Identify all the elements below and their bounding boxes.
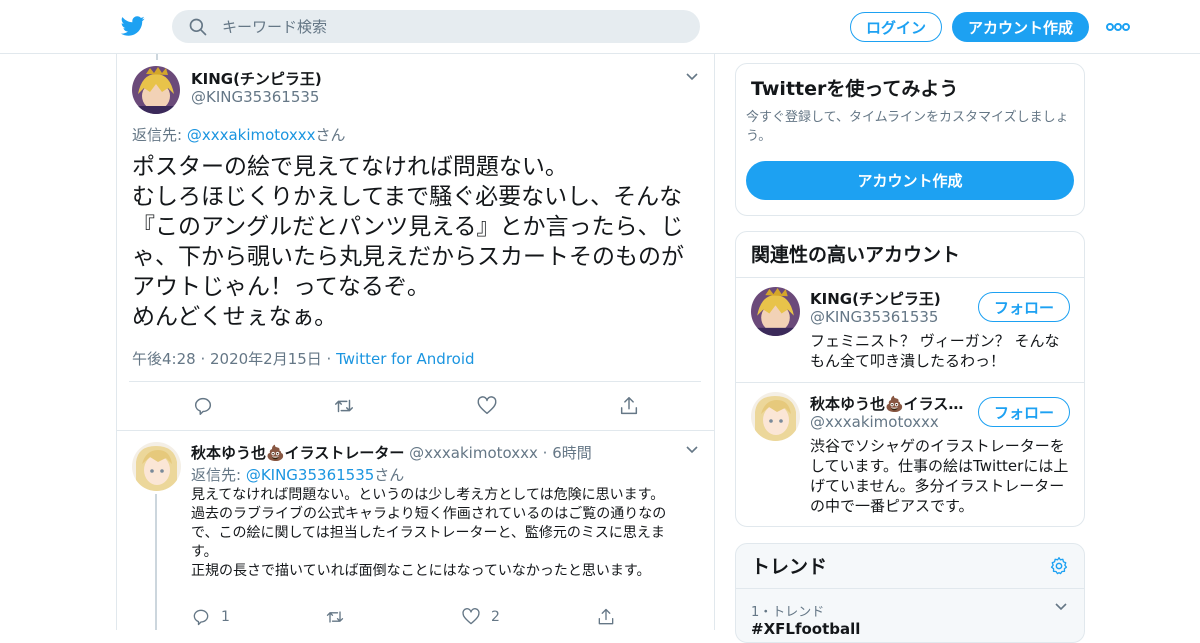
author-handle[interactable]: @KING35361535 bbox=[191, 88, 319, 106]
avatar-image bbox=[132, 442, 181, 491]
retweet-action[interactable] bbox=[325, 607, 355, 627]
follow-button[interactable]: フォロー bbox=[978, 292, 1070, 322]
divider bbox=[129, 381, 701, 382]
reply-to-link[interactable]: @xxxakimotoxxx bbox=[187, 126, 316, 144]
reply-context: 返信先: @KING35361535さん bbox=[191, 464, 404, 485]
reply-prefix: 返信先: bbox=[191, 466, 246, 484]
top-navigation-bar: ログイン アカウント作成 bbox=[0, 0, 1200, 54]
account-handle[interactable]: @xxxakimotoxxx bbox=[810, 413, 939, 431]
reply-actions: 1 2 bbox=[191, 607, 661, 629]
trend-rank: 1・トレンド bbox=[751, 605, 825, 620]
tweet-timestamp[interactable]: 午後4:28 · 2020年2月15日 · bbox=[132, 350, 336, 368]
divider bbox=[117, 430, 714, 431]
follow-button[interactable]: フォロー bbox=[978, 397, 1070, 427]
retweet-icon[interactable] bbox=[333, 395, 355, 417]
like-heart-icon bbox=[462, 608, 480, 625]
avatar[interactable] bbox=[132, 442, 181, 491]
trends-card: トレンド 1・トレンド #XFLfootball bbox=[735, 543, 1085, 643]
dot-separator: · bbox=[537, 444, 553, 462]
card-title: トレンド bbox=[751, 556, 828, 578]
reply-action[interactable]: 1 bbox=[191, 607, 230, 627]
divider bbox=[736, 382, 1084, 383]
avatar[interactable] bbox=[751, 287, 800, 336]
trend-topic-link[interactable]: #XFLfootball bbox=[751, 620, 860, 638]
settings-gear-icon[interactable] bbox=[1049, 556, 1069, 576]
reply-icon[interactable] bbox=[192, 395, 214, 417]
account-name[interactable]: KING(チンピラ王) bbox=[810, 288, 970, 309]
create-account-button[interactable]: アカウント作成 bbox=[746, 161, 1074, 200]
card-title: 関連性の高いアカウント bbox=[751, 244, 961, 266]
reply-icon bbox=[193, 609, 209, 626]
avatar-image bbox=[751, 287, 800, 336]
avatar[interactable] bbox=[751, 392, 800, 441]
reply-timestamp[interactable]: 6時間 bbox=[552, 444, 592, 462]
share-icon bbox=[598, 608, 614, 625]
card-title: Twitterを使ってみよう bbox=[751, 78, 959, 100]
login-button[interactable]: ログイン bbox=[850, 12, 942, 42]
reply-count: 1 bbox=[221, 609, 230, 625]
thread-connector-line bbox=[155, 494, 157, 630]
signup-promo-card: Twitterを使ってみよう 今すぐ登録して、タイムラインをカスタマイズしましょ… bbox=[735, 63, 1085, 216]
more-options-icon[interactable] bbox=[1104, 18, 1132, 36]
reply-to-link[interactable]: @KING35361535 bbox=[246, 466, 374, 484]
account-name[interactable]: 秋本ゆう也💩イラストレーター bbox=[810, 393, 970, 414]
chevron-down-icon[interactable] bbox=[1054, 602, 1068, 612]
share-action[interactable] bbox=[596, 607, 626, 627]
author-name[interactable]: KING(チンピラ王) bbox=[191, 68, 322, 89]
signup-button[interactable]: アカウント作成 bbox=[952, 12, 1089, 42]
avatar-image bbox=[132, 66, 180, 114]
reply-author-name[interactable]: 秋本ゆう也💩イラストレーター bbox=[191, 444, 404, 462]
reply-prefix: 返信先: bbox=[132, 126, 187, 144]
share-icon[interactable] bbox=[618, 395, 640, 417]
reply-author-handle[interactable]: @xxxakimotoxxx bbox=[409, 444, 538, 462]
reply-text: 見えてなければ問題ない。というのは少し考え方としては危険に思います。 過去のラブ… bbox=[191, 487, 667, 579]
account-bio: 渋谷でソシャゲのイラストレーターをしています。仕事の絵はTwitterには上げて… bbox=[810, 437, 1069, 515]
reply-context: 返信先: @xxxakimotoxxxさん bbox=[132, 124, 346, 145]
account-bio: フェミニスト？ ヴィーガン？ そんなもん全て叩き潰したるわっ！ bbox=[810, 332, 1060, 370]
reply-header: 秋本ゆう也💩イラストレーター @xxxakimotoxxx · 6時間 bbox=[191, 442, 592, 463]
search-bar[interactable] bbox=[172, 10, 700, 43]
divider bbox=[736, 277, 1084, 278]
like-action[interactable]: 2 bbox=[461, 607, 500, 627]
card-subtitle: 今すぐ登録して、タイムラインをカスタマイズしましょう。 bbox=[746, 110, 1069, 144]
thread-connector-line bbox=[156, 54, 158, 60]
search-input[interactable] bbox=[222, 17, 662, 36]
chevron-down-icon[interactable] bbox=[685, 445, 699, 455]
avatar-image bbox=[751, 392, 800, 441]
relevant-accounts-card: 関連性の高いアカウント KING(チンピラ王) @KING35361535 フォ… bbox=[735, 231, 1085, 527]
reply-suffix: さん bbox=[315, 126, 346, 144]
like-heart-icon[interactable] bbox=[476, 395, 498, 417]
reply-suffix: さん bbox=[374, 466, 405, 484]
tweet-thread-column: KING(チンピラ王) @KING35361535 返信先: @xxxakimo… bbox=[116, 54, 715, 630]
search-icon bbox=[189, 18, 207, 35]
tweet-meta: 午後4:28 · 2020年2月15日 · Twitter for Androi… bbox=[132, 348, 475, 369]
tweet-actions bbox=[117, 390, 714, 420]
avatar[interactable] bbox=[132, 66, 180, 114]
account-handle[interactable]: @KING35361535 bbox=[810, 308, 938, 326]
retweet-icon bbox=[326, 611, 344, 623]
chevron-down-icon[interactable] bbox=[685, 72, 699, 82]
twitter-bird-logo-icon[interactable] bbox=[120, 14, 146, 38]
tweet-text: ポスターの絵で見えてなければ問題ない。 むしろほじくりかえしてまで騒ぐ必要ないし… bbox=[132, 154, 684, 330]
like-count: 2 bbox=[491, 609, 500, 625]
divider bbox=[736, 588, 1084, 589]
tweet-source-link[interactable]: Twitter for Android bbox=[336, 350, 474, 368]
